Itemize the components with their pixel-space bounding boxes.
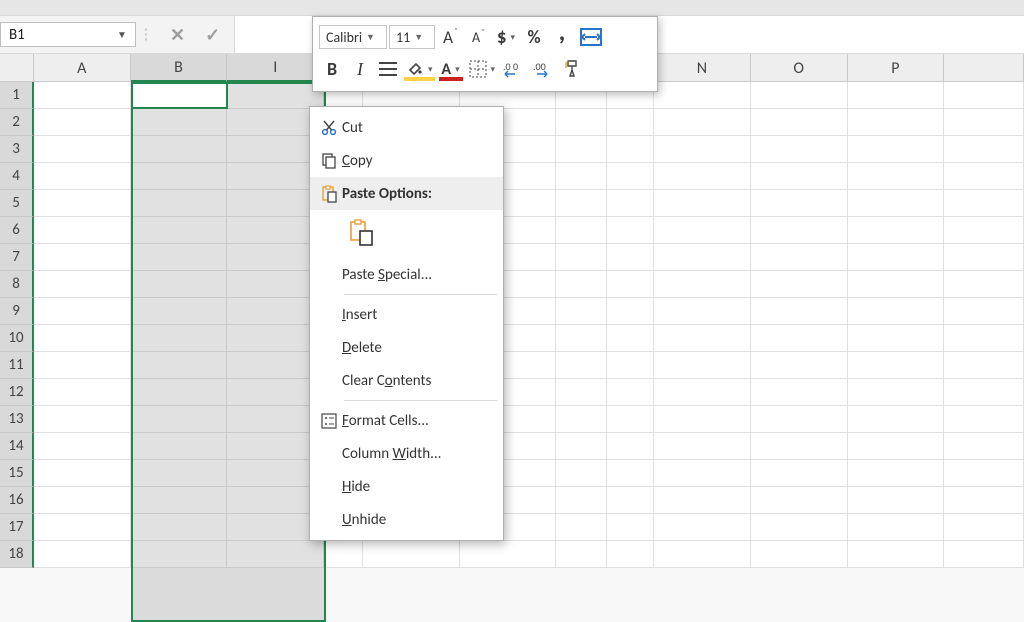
cells-area[interactable] <box>34 82 1024 568</box>
ctx-label: Format Cells... <box>342 412 493 430</box>
ctx-label: Insert <box>342 306 493 324</box>
row-header[interactable]: 3 <box>0 136 34 163</box>
ctx-cut[interactable]: Cut <box>310 111 503 144</box>
titlebar-strip <box>0 0 1024 16</box>
decrease-font-icon[interactable]: Aˇ <box>465 24 491 50</box>
merge-center-icon[interactable] <box>577 24 605 50</box>
font-family-select[interactable]: Calibri ▼ <box>319 25 387 49</box>
row-header[interactable]: 9 <box>0 298 34 325</box>
row-header[interactable]: 6 <box>0 217 34 244</box>
increase-decimal-icon[interactable]: .00 <box>500 56 528 82</box>
borders-icon[interactable]: ▾ <box>466 56 499 82</box>
ctx-label: Column Width... <box>342 445 493 463</box>
chevron-down-icon[interactable]: ▼ <box>414 32 423 43</box>
svg-text:0: 0 <box>513 60 518 73</box>
copy-icon <box>316 152 342 170</box>
font-size-value: 11 <box>396 29 410 46</box>
format-painter-icon[interactable] <box>560 56 586 82</box>
row-header[interactable]: 11 <box>0 352 34 379</box>
row-header[interactable]: 17 <box>0 514 34 541</box>
context-menu: Cut Copy Paste Options: Paste Special...… <box>309 106 504 541</box>
row-header[interactable]: 16 <box>0 487 34 514</box>
ctx-clear-contents[interactable]: Clear Contents <box>310 364 503 397</box>
ctx-column-width[interactable]: Column Width... <box>310 437 503 470</box>
separator <box>344 400 497 401</box>
font-size-select[interactable]: 11 ▼ <box>389 25 435 49</box>
ctx-unhide[interactable]: Unhide <box>310 503 503 536</box>
ctx-delete[interactable]: Delete <box>310 331 503 364</box>
bold-icon[interactable]: B <box>319 56 345 82</box>
ctx-label: Clear Contents <box>342 372 493 390</box>
mini-toolbar: Calibri ▼ 11 ▼ Aˆ Aˇ $▾ % , B I ▾ <box>312 16 658 92</box>
percent-format-icon[interactable]: % <box>521 24 547 50</box>
chevron-down-icon[interactable]: ▼ <box>366 32 375 43</box>
increase-font-icon[interactable]: Aˆ <box>437 24 463 50</box>
currency-format-icon[interactable]: $▾ <box>493 24 519 50</box>
italic-icon[interactable]: I <box>347 56 373 82</box>
spreadsheet-grid: ABIMNOP 123456789101112131415161718 <box>0 54 1024 568</box>
row-header[interactable]: 13 <box>0 406 34 433</box>
ctx-label: Copy <box>342 152 493 170</box>
chevron-down-icon[interactable]: ▼ <box>113 23 131 46</box>
ctx-label: Paste Special... <box>342 266 493 284</box>
row-header[interactable]: 5 <box>0 190 34 217</box>
cancel-formula-icon[interactable]: ✕ <box>170 26 185 44</box>
decrease-decimal-icon[interactable]: .00 <box>530 56 558 82</box>
row-header[interactable]: 4 <box>0 163 34 190</box>
fill-color-icon[interactable]: ▾ <box>403 56 436 82</box>
font-color-icon[interactable]: A ▾ <box>438 56 464 82</box>
ctx-paste-options-heading: Paste Options: <box>310 177 503 210</box>
separator <box>344 294 497 295</box>
name-box-value: B1 <box>9 26 25 44</box>
align-icon[interactable] <box>375 56 401 82</box>
ctx-paste-special[interactable]: Paste Special... <box>310 258 503 291</box>
column-header[interactable]: B <box>131 54 228 82</box>
ctx-copy[interactable]: Copy <box>310 144 503 177</box>
column-header[interactable]: O <box>751 54 848 82</box>
fx-buttons: ✕ ✓ <box>156 16 234 53</box>
row-headers: 123456789101112131415161718 <box>0 82 34 568</box>
ctx-label: Unhide <box>342 511 493 529</box>
row-header[interactable]: 2 <box>0 109 34 136</box>
ctx-paste-options-buttons <box>310 210 503 258</box>
separator: ⋮ <box>136 16 156 53</box>
row-header[interactable]: 10 <box>0 325 34 352</box>
row-header[interactable]: 15 <box>0 460 34 487</box>
column-header[interactable]: P <box>848 54 945 82</box>
row-header[interactable]: 8 <box>0 271 34 298</box>
paste-default-button[interactable] <box>344 216 378 250</box>
format-cells-icon <box>316 413 342 429</box>
name-box[interactable]: B1 ▼ <box>0 22 136 47</box>
font-family-value: Calibri <box>326 29 362 46</box>
row-header[interactable]: 1 <box>0 82 34 109</box>
svg-text:.00: .00 <box>533 60 546 73</box>
svg-text:.0: .0 <box>503 60 511 73</box>
column-header[interactable]: I <box>227 54 324 82</box>
row-header[interactable]: 7 <box>0 244 34 271</box>
row-header[interactable]: 14 <box>0 433 34 460</box>
ctx-label: Cut <box>342 119 493 137</box>
ctx-label: Hide <box>342 478 493 496</box>
ctx-label: Paste Options: <box>342 185 493 203</box>
scissors-icon <box>316 119 342 137</box>
column-header[interactable] <box>944 54 1024 82</box>
ctx-insert[interactable]: Insert <box>310 298 503 331</box>
ctx-label: Delete <box>342 339 493 357</box>
column-header[interactable]: N <box>654 54 751 82</box>
clipboard-icon <box>316 185 342 203</box>
row-header[interactable]: 12 <box>0 379 34 406</box>
row-header[interactable]: 18 <box>0 541 34 568</box>
accept-formula-icon[interactable]: ✓ <box>205 26 220 44</box>
comma-format-icon[interactable]: , <box>549 24 575 50</box>
select-all-corner[interactable] <box>0 54 34 82</box>
ctx-format-cells[interactable]: Format Cells... <box>310 404 503 437</box>
column-header[interactable]: A <box>34 54 131 82</box>
ctx-hide[interactable]: Hide <box>310 470 503 503</box>
